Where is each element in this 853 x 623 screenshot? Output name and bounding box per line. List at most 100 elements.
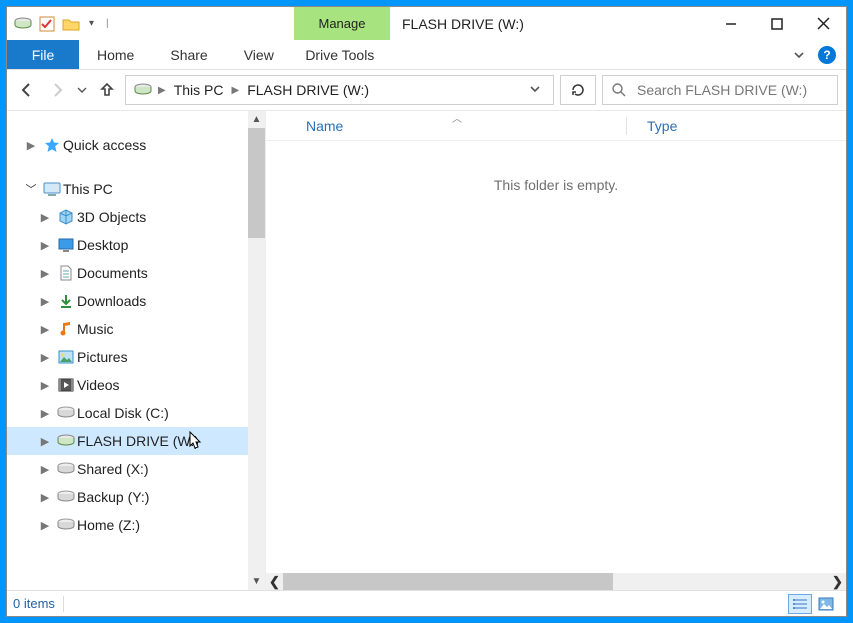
qat-separator: | [102,18,113,29]
status-separator [63,596,64,612]
tree-item[interactable]: ▶ Videos [7,371,248,399]
ribbon-collapse-icon[interactable] [784,40,814,69]
tree-item[interactable]: ▶ Backup (Y:) [7,483,248,511]
tree-quick-access[interactable]: ▶ Quick access [7,131,248,159]
tab-share[interactable]: Share [152,40,225,69]
tree-item[interactable]: ▶Shared (X:) [7,455,248,483]
title-bar: ▾ | Manage FLASH DRIVE (W:) [7,7,846,40]
nav-scrollbar[interactable]: ▲ ▼ [248,111,265,590]
tree-label: Quick access [63,137,146,153]
scroll-left-icon[interactable]: ❮ [266,574,283,590]
status-bar: 0 items [7,590,846,616]
address-bar[interactable]: ▶ This PC ▶ FLASH DRIVE (W:) [125,75,554,105]
help-button[interactable]: ? [818,46,836,64]
scroll-down-icon[interactable]: ▼ [248,573,265,590]
tree-label: Desktop [77,237,128,253]
chevron-right-icon[interactable]: ▶ [35,379,55,392]
tree-label: 3D Objects [77,209,146,225]
properties-icon[interactable] [37,16,57,32]
chevron-right-icon[interactable]: ▶ [35,463,55,476]
pc-icon [41,182,63,196]
tree-label: Home (Z:) [77,517,140,533]
tree-item[interactable]: ▶ Downloads [7,287,248,315]
address-history-icon[interactable] [521,83,549,98]
tree-label: Music [77,321,114,337]
details-view-button[interactable] [788,594,812,614]
navigation-toolbar: ▶ This PC ▶ FLASH DRIVE (W:) Search FLAS… [7,70,846,110]
tab-view[interactable]: View [226,40,292,69]
recent-locations-icon[interactable] [75,78,89,102]
tree-label: Downloads [77,293,146,309]
column-name[interactable]: Name [266,118,626,134]
tree-item[interactable]: ▶ Home (Z:) [7,511,248,539]
chevron-right-icon[interactable]: ▶ [35,435,55,448]
content-h-scrollbar[interactable]: ❮ ❯ [266,573,846,590]
tree-item[interactable]: ▶FLASH DRIVE (W:) [7,427,248,455]
chevron-down-icon[interactable]: ﹀ [21,181,41,197]
folder-icon[interactable] [61,17,81,31]
refresh-button[interactable] [560,75,596,105]
empty-folder-message: This folder is empty. [266,141,846,193]
cursor-icon [188,431,204,456]
tab-home[interactable]: Home [79,40,152,69]
sort-indicator-icon: ︿ [452,110,462,125]
minimize-button[interactable] [708,7,754,40]
scroll-thumb[interactable] [248,128,265,238]
window-controls [708,7,846,40]
scroll-thumb[interactable] [283,573,613,590]
window-title: FLASH DRIVE (W:) [390,7,708,40]
tree-label: This PC [63,181,113,197]
tree-item[interactable]: ▶ Music [7,315,248,343]
tree-item[interactable]: ▶ Pictures [7,343,248,371]
chevron-right-icon[interactable]: ▶ [35,491,55,504]
scroll-right-icon[interactable]: ❯ [829,574,846,590]
chevron-right-icon[interactable]: ▶ [35,239,55,252]
thumbnails-view-button[interactable] [814,594,838,614]
contextual-tab-manage[interactable]: Manage [294,7,390,40]
tab-drive-tools[interactable]: Drive Tools [292,40,388,69]
close-button[interactable] [800,7,846,40]
search-input[interactable]: Search FLASH DRIVE (W:) [602,75,838,105]
maximize-button[interactable] [754,7,800,40]
videos-icon [55,378,77,392]
pictures-icon [55,350,77,364]
tree-this-pc[interactable]: ﹀ This PC [7,175,248,203]
music-icon [55,321,77,337]
column-type[interactable]: Type [627,118,677,134]
content-pane: Name ︿ Type This folder is empty. ❮ ❯ [265,111,846,590]
qat-customize-icon[interactable]: ▾ [85,18,98,29]
tree-label: Pictures [77,349,128,365]
search-placeholder: Search FLASH DRIVE (W:) [637,82,807,98]
tree-item[interactable]: ▶ 3D Objects [7,203,248,231]
disk-icon [55,406,77,420]
breadcrumb-sep-icon[interactable]: ▶ [156,85,168,96]
navigation-pane: ▶ Quick access ﹀ This PC ▶ 3D Objects ▶ Des… [7,111,265,590]
back-button[interactable] [15,78,39,102]
chevron-right-icon[interactable]: ▶ [35,211,55,224]
chevron-right-icon[interactable]: ▶ [35,351,55,364]
breadcrumb-current[interactable]: FLASH DRIVE (W:) [241,82,375,98]
forward-button[interactable] [45,78,69,102]
disk-icon [55,518,77,532]
up-button[interactable] [95,78,119,102]
tree-item[interactable]: ▶Local Disk (C:) [7,399,248,427]
file-menu[interactable]: File [7,40,79,69]
tree-item[interactable]: ▶ Desktop [7,231,248,259]
tree-label: Backup (Y:) [77,489,149,505]
chevron-right-icon[interactable]: ▶ [35,267,55,280]
quick-access-toolbar: ▾ | [7,7,294,40]
disk-icon [55,462,77,476]
downloads-icon [55,293,77,309]
breadcrumb-sep-icon[interactable]: ▶ [230,85,242,96]
chevron-right-icon[interactable]: ▶ [21,139,41,152]
tree-label: Videos [77,377,120,393]
chevron-right-icon[interactable]: ▶ [35,295,55,308]
chevron-right-icon[interactable]: ▶ [35,519,55,532]
scroll-up-icon[interactable]: ▲ [248,111,265,128]
chevron-right-icon[interactable]: ▶ [35,323,55,336]
breadcrumb-this-pc[interactable]: This PC [168,82,230,98]
3d-icon [55,209,77,225]
status-item-count: 0 items [13,596,55,611]
tree-item[interactable]: ▶Documents [7,259,248,287]
chevron-right-icon[interactable]: ▶ [35,407,55,420]
